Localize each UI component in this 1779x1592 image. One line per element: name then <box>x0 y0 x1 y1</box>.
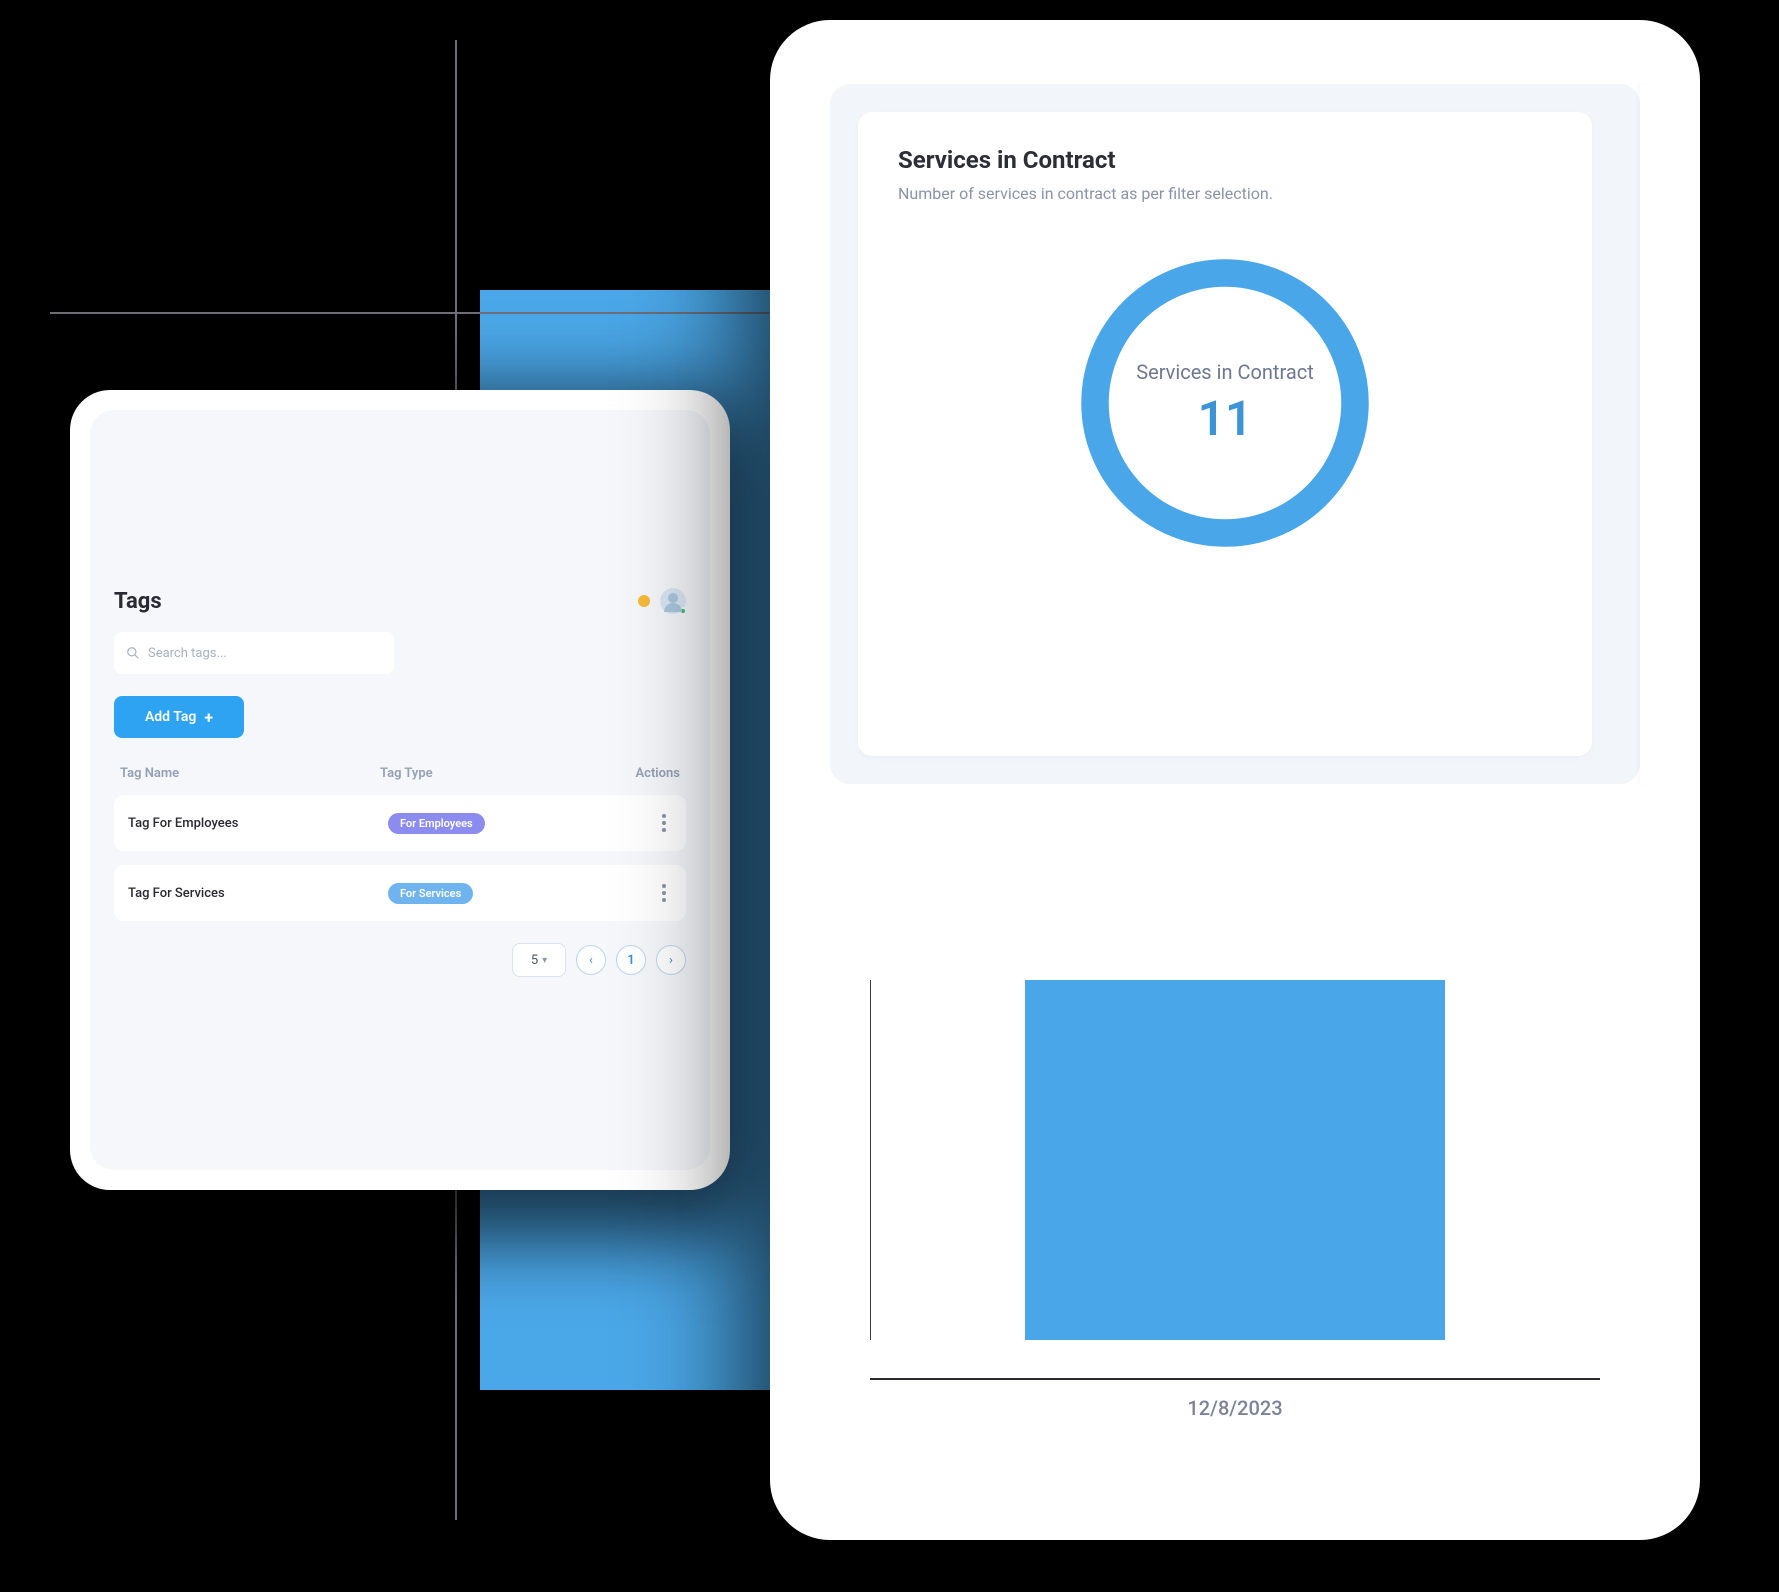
avatar[interactable] <box>660 588 686 614</box>
ring-label: Services in Contract <box>1136 360 1314 384</box>
services-panel: Services in Contract Number of services … <box>830 84 1640 784</box>
row-name: Tag For Employees <box>128 816 388 831</box>
col-header-actions: Actions <box>600 766 680 781</box>
col-header-type: Tag Type <box>380 766 600 781</box>
chevron-right-icon: › <box>669 953 673 968</box>
search-input[interactable]: Search tags... <box>114 632 394 674</box>
services-ring-chart: Services in Contract 11 <box>1075 253 1375 553</box>
pager-page-button[interactable]: 1 <box>616 945 646 975</box>
services-card-subtitle: Number of services in contract as per fi… <box>898 184 1552 203</box>
ring-center: Services in Contract 11 <box>1075 253 1375 553</box>
bar-chart <box>950 980 1520 1340</box>
add-tag-button[interactable]: Add Tag + <box>114 696 244 738</box>
pager-page-number: 1 <box>627 953 634 968</box>
table-header: Tag Name Tag Type Actions <box>114 766 686 781</box>
tags-header: Tags <box>114 588 686 614</box>
chevron-down-icon: ▾ <box>542 955 547 966</box>
presence-indicator-icon <box>679 607 687 615</box>
header-actions <box>638 588 686 614</box>
tags-card: Tags Search tags... Add Tag + Tag Name T… <box>70 390 730 1190</box>
chart-x-axis <box>870 1378 1600 1380</box>
chart-y-axis <box>870 980 871 1340</box>
tags-card-body: Tags Search tags... Add Tag + Tag Name T… <box>90 410 710 1170</box>
row-actions-menu[interactable] <box>656 808 672 838</box>
plus-icon: + <box>204 708 213 727</box>
page-size-value: 5 <box>531 953 538 968</box>
pagination: 5 ▾ ‹ 1 › <box>114 943 686 977</box>
tag-type-badge: For Services <box>388 883 473 904</box>
services-card: Services in Contract Number of services … <box>858 112 1592 756</box>
ring-value: 11 <box>1198 390 1253 447</box>
add-tag-label: Add Tag <box>145 709 196 725</box>
next-card-peek <box>1640 84 1656 784</box>
bar-x-label: 12/8/2023 <box>830 1396 1640 1420</box>
services-card-title: Services in Contract <box>898 146 1552 174</box>
page-title: Tags <box>114 589 162 614</box>
table-row: Tag For Services For Services <box>114 865 686 921</box>
search-icon <box>126 646 140 660</box>
row-type: For Employees <box>388 813 592 834</box>
search-placeholder: Search tags... <box>148 646 227 661</box>
dashboard-card: Services in Contract Number of services … <box>770 20 1700 1540</box>
notification-dot-icon[interactable] <box>638 595 650 607</box>
pager-prev-button[interactable]: ‹ <box>576 945 606 975</box>
row-name: Tag For Services <box>128 886 388 901</box>
tag-type-badge: For Employees <box>388 813 485 834</box>
row-type: For Services <box>388 883 592 904</box>
table-row: Tag For Employees For Employees <box>114 795 686 851</box>
guide-line-horizontal <box>50 312 780 314</box>
chevron-left-icon: ‹ <box>589 953 593 968</box>
bar-chart-panel: 12/8/2023 <box>830 850 1640 1490</box>
col-header-name: Tag Name <box>120 766 380 781</box>
bar <box>1025 980 1445 1340</box>
page-size-select[interactable]: 5 ▾ <box>512 943 566 977</box>
pager-next-button[interactable]: › <box>656 945 686 975</box>
row-actions-menu[interactable] <box>656 878 672 908</box>
